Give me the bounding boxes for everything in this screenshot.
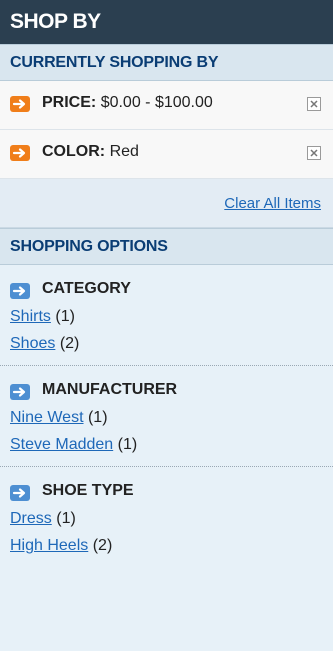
active-filter-price: PRICE: $0.00 - $100.00 [0,81,333,130]
option-count: (1) [117,436,138,453]
filter-label: PRICE: $0.00 - $100.00 [42,94,213,112]
close-icon[interactable] [307,146,321,160]
option-link-shoes[interactable]: Shoes [10,335,55,352]
list-item: Shirts (1) [10,303,333,330]
remove-filter-icon[interactable] [10,145,30,161]
list-item: High Heels (2) [10,532,333,559]
arrow-right-icon [10,283,30,299]
shop-by-block: SHOP BY CURRENTLY SHOPPING BY PRICE: $0.… [0,0,333,651]
option-link-high-heels[interactable]: High Heels [10,537,88,554]
option-count: (1) [87,409,108,426]
filter-label: COLOR: Red [42,143,139,161]
list-item: Shoes (2) [10,330,333,357]
active-filter-color: COLOR: Red [0,130,333,179]
group-title-text: MANUFACTURER [42,381,178,398]
filter-value: $0.00 - $100.00 [100,94,213,111]
option-count: (1) [56,510,76,527]
filter-name: PRICE: [42,94,97,111]
arrow-right-icon [10,485,30,501]
list-item: Nine West (1) [10,404,333,431]
option-count: (1) [55,308,75,325]
group-title[interactable]: MANUFACTURER [0,380,333,404]
shopping-options-heading: SHOPPING OPTIONS [0,228,333,265]
filter-group-manufacturer: MANUFACTURER Nine West (1) Steve Madden … [0,366,333,467]
option-link-dress[interactable]: Dress [10,510,52,527]
clear-all-row: Clear All Items [0,179,333,228]
clear-all-link[interactable]: Clear All Items [224,195,321,212]
group-title-text: CATEGORY [42,280,131,297]
filter-value: Red [109,143,139,160]
filter-group-shoe-type: SHOE TYPE Dress (1) High Heels (2) [0,467,333,559]
list-item: Dress (1) [10,505,333,532]
block-title: SHOP BY [0,0,333,44]
group-title-text: SHOE TYPE [42,482,134,499]
group-title[interactable]: SHOE TYPE [0,481,333,505]
option-count: (2) [59,335,80,352]
option-link-shirts[interactable]: Shirts [10,308,51,325]
shopping-options: CATEGORY Shirts (1) Shoes (2) MANUFACTUR… [0,265,333,559]
currently-shopping-by-heading: CURRENTLY SHOPPING BY [0,44,333,81]
option-link-steve-madden[interactable]: Steve Madden [10,436,113,453]
arrow-right-icon [10,384,30,400]
filter-name: COLOR: [42,143,106,160]
list-item: Steve Madden (1) [10,431,333,458]
group-title[interactable]: CATEGORY [0,279,333,303]
close-icon[interactable] [307,97,321,111]
filter-group-category: CATEGORY Shirts (1) Shoes (2) [0,265,333,366]
option-count: (2) [92,537,113,554]
remove-filter-icon[interactable] [10,96,30,112]
option-link-nine-west[interactable]: Nine West [10,409,84,426]
